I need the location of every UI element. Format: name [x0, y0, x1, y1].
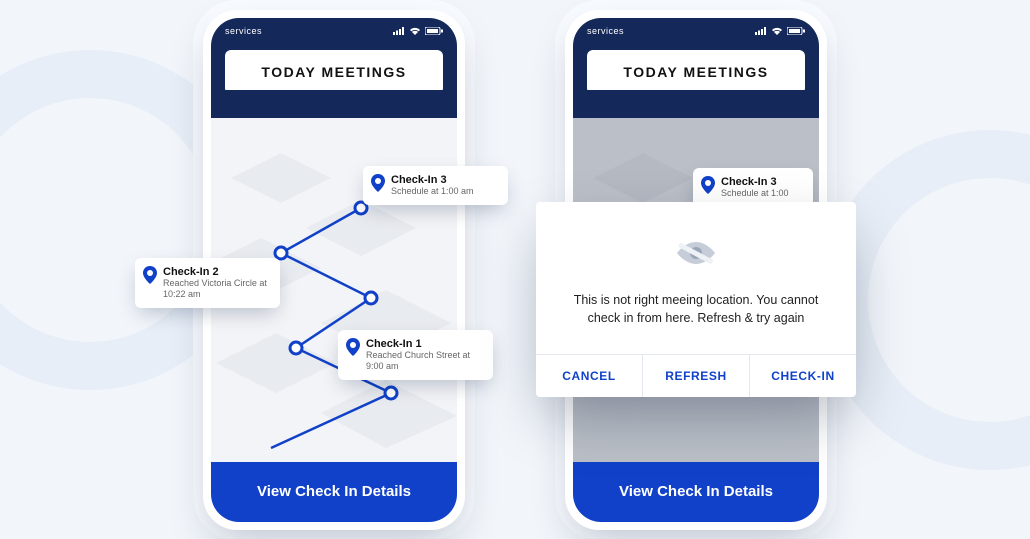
checkin-subtitle: Reached Victoria Circle at 10:22 am — [163, 278, 270, 301]
checkin-card-3[interactable]: Check-In 3 Schedule at 1:00 am — [363, 166, 508, 205]
refresh-label: REFRESH — [665, 369, 727, 383]
checkin-title: Check-In 3 — [721, 176, 803, 188]
wifi-icon — [771, 27, 783, 35]
page-title: TODAY MEETINGS — [225, 50, 443, 94]
checkin-card-1[interactable]: Check-In 1 Reached Church Street at 9:00… — [338, 330, 493, 381]
map-pin-icon — [371, 174, 385, 192]
map-pin-icon — [346, 338, 360, 356]
view-details-label: View Check In Details — [257, 483, 411, 500]
checkin-button[interactable]: CHECK-IN — [749, 355, 856, 397]
checkin-label: CHECK-IN — [771, 369, 834, 383]
checkin-title: Check-In 1 — [366, 338, 483, 350]
battery-icon — [787, 27, 805, 35]
map-pin-icon — [143, 266, 157, 284]
page-title: TODAY MEETINGS — [587, 50, 805, 94]
view-details-button[interactable]: View Check In Details — [211, 462, 457, 522]
app-header: TODAY MEETINGS — [573, 44, 819, 118]
map-pin-icon — [701, 176, 715, 194]
eye-off-icon — [562, 236, 830, 275]
refresh-button[interactable]: REFRESH — [642, 355, 749, 397]
carrier-label: services — [225, 26, 262, 36]
app-header: TODAY MEETINGS — [211, 44, 457, 118]
dialog-message: This is not right meeing location. You c… — [562, 291, 830, 329]
status-bar: services — [211, 18, 457, 44]
wifi-icon — [409, 27, 421, 35]
cancel-button[interactable]: CANCEL — [536, 355, 642, 397]
carrier-label: services — [587, 26, 624, 36]
view-details-label: View Check In Details — [619, 483, 773, 500]
checkin-title: Check-In 3 — [391, 174, 474, 186]
status-bar: services — [573, 18, 819, 44]
checkin-subtitle: Reached Church Street at 9:00 am — [366, 350, 483, 373]
signal-icon — [755, 27, 767, 35]
cancel-label: CANCEL — [562, 369, 616, 383]
checkin-subtitle: Schedule at 1:00 am — [391, 186, 474, 197]
checkin-title: Check-In 2 — [163, 266, 270, 278]
view-details-button[interactable]: View Check In Details — [573, 462, 819, 522]
checkin-card-2[interactable]: Check-In 2 Reached Victoria Circle at 10… — [135, 258, 280, 309]
signal-icon — [393, 27, 405, 35]
battery-icon — [425, 27, 443, 35]
error-dialog: This is not right meeing location. You c… — [536, 202, 856, 398]
